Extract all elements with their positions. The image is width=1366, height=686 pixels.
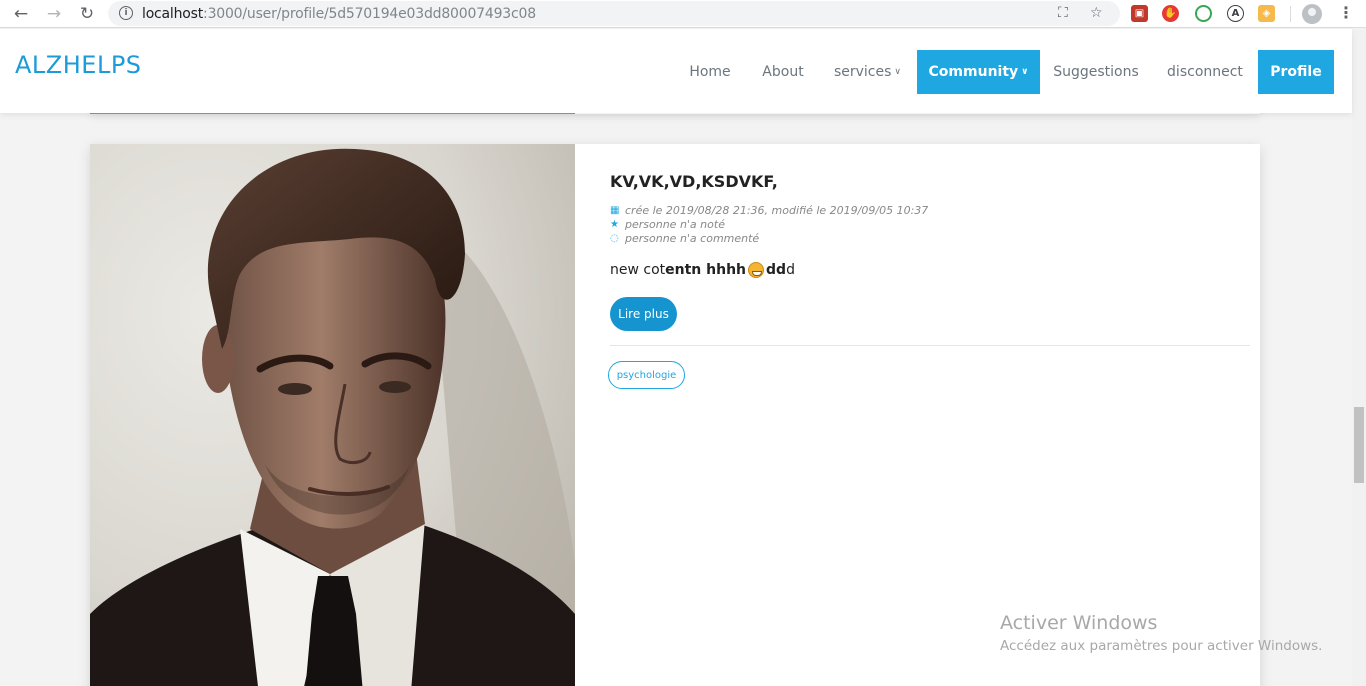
windows-activation-watermark: Activer Windows Accédez aux paramètres p… — [1000, 612, 1322, 654]
nav-services[interactable]: services ∨ — [820, 50, 915, 94]
excerpt-part-4: d — [786, 262, 795, 278]
post-dates-text: crée le 2019/08/28 21:36, modifié le 201… — [625, 204, 929, 217]
post-meta-comments: ◌ personne n'a commenté — [610, 232, 759, 245]
calendar-icon: ▦ — [610, 205, 620, 216]
nav-suggestions[interactable]: Suggestions — [1042, 50, 1150, 94]
post-card: KV,VK,VD,KSDVKF, ▦ crée le 2019/08/28 21:… — [90, 144, 1260, 686]
menu-icon[interactable]: ⋮ — [1338, 3, 1354, 22]
reload-icon[interactable]: ↻ — [75, 2, 99, 26]
post-image[interactable] — [90, 144, 575, 686]
extension-red-icon[interactable]: ▣ — [1131, 5, 1148, 22]
nav-disconnect[interactable]: disconnect — [1152, 50, 1258, 94]
extension-green-icon[interactable] — [1195, 5, 1212, 22]
post-meta-dates: ▦ crée le 2019/08/28 21:36, modifié le 20… — [610, 204, 928, 217]
grinning-emoji-icon — [748, 262, 765, 278]
excerpt-part-2: entn hhhh — [665, 262, 747, 278]
site-header: ALZHELPS Home About services ∨ Community ∨… — [0, 29, 1352, 113]
tag-psychologie[interactable]: psychologie — [608, 361, 685, 389]
extension-orange-icon[interactable]: ◈ — [1258, 5, 1275, 22]
nav-home[interactable]: Home — [674, 50, 746, 94]
post-meta-rating: ★ personne n'a noté — [610, 218, 725, 231]
browser-toolbar: ← → ↻ i localhost:3000/user/profile/5d57… — [0, 0, 1366, 28]
nav-profile[interactable]: Profile — [1258, 50, 1334, 94]
post-excerpt: new cot entn hhhh dd d — [610, 262, 795, 278]
page-scrollbar[interactable] — [1352, 29, 1366, 686]
url-text[interactable]: localhost:3000/user/profile/5d570194e03d… — [142, 6, 536, 22]
url-host: localhost — [142, 6, 204, 22]
forward-icon[interactable]: → — [42, 2, 66, 26]
site-logo[interactable]: ALZHELPS — [15, 51, 142, 79]
post-rating-text: personne n'a noté — [625, 218, 725, 231]
back-icon[interactable]: ← — [9, 2, 33, 26]
info-icon[interactable]: i — [119, 6, 133, 20]
nav-community-label: Community — [928, 64, 1019, 80]
excerpt-part-1: new cot — [610, 262, 666, 278]
watermark-title: Activer Windows — [1000, 612, 1158, 634]
chevron-down-icon: ∨ — [894, 67, 902, 77]
comment-icon: ◌ — [610, 233, 619, 244]
star-icon[interactable]: ☆ — [1090, 5, 1103, 21]
watermark-subtitle: Accédez aux paramètres pour activer Wind… — [1000, 638, 1323, 654]
extension-a-icon[interactable]: A — [1227, 5, 1244, 22]
nav-suggestions-label: Suggestions — [1053, 64, 1139, 80]
star-icon: ★ — [610, 219, 619, 230]
nav-disconnect-label: disconnect — [1167, 64, 1243, 80]
excerpt-part-3: dd — [766, 262, 787, 278]
nav-community[interactable]: Community ∨ — [917, 50, 1040, 94]
translate-icon[interactable]: ⛶ — [1058, 5, 1068, 21]
nav-home-label: Home — [689, 64, 731, 80]
nav-about[interactable]: About — [747, 50, 819, 94]
extension-stop-icon[interactable]: ✋ — [1162, 5, 1179, 22]
address-bar[interactable]: i localhost:3000/user/profile/5d570194e0… — [108, 1, 1120, 26]
post-title[interactable]: KV,VK,VD,KSDVKF, — [610, 172, 778, 191]
toolbar-divider — [1290, 6, 1291, 22]
portrait-illustration — [90, 144, 575, 686]
nav-about-label: About — [762, 64, 804, 80]
read-more-button[interactable]: Lire plus — [610, 297, 677, 331]
url-path: :3000/user/profile/5d570194e03dd80007493… — [203, 6, 536, 22]
nav-services-label: services — [833, 64, 892, 80]
content-divider — [610, 345, 1250, 346]
scrollbar-thumb[interactable] — [1354, 407, 1364, 483]
chevron-down-icon: ∨ — [1021, 67, 1029, 77]
nav-profile-label: Profile — [1270, 64, 1322, 80]
profile-avatar-icon[interactable] — [1302, 4, 1322, 24]
post-comments-text: personne n'a commenté — [625, 232, 760, 245]
